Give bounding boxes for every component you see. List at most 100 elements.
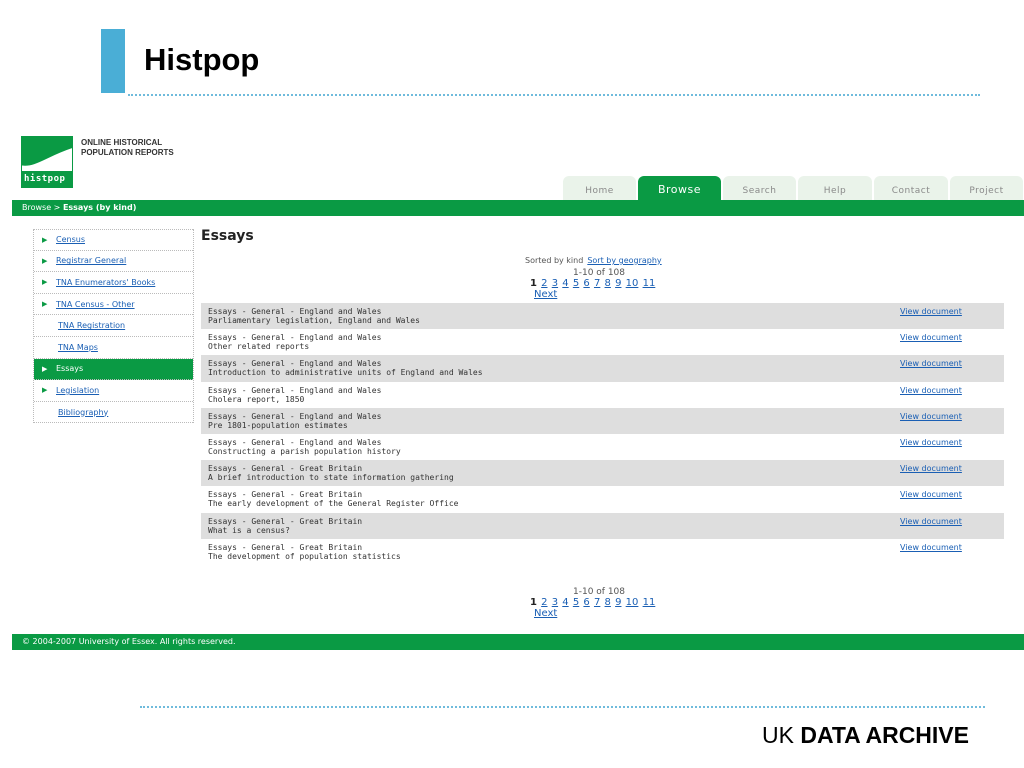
view-document-link[interactable]: View document xyxy=(900,359,962,368)
view-document-link[interactable]: View document xyxy=(900,386,962,395)
page-links: 1 2 3 4 5 6 7 8 9 10 11 Next xyxy=(530,278,655,300)
main-nav-tabs: Home Browse Search Help Contact Project xyxy=(563,176,1024,200)
table-row: Essays - General - England and Wales Chol… xyxy=(201,382,1004,408)
sidebar-item-label: Essays xyxy=(56,364,84,374)
page-link[interactable]: 10 xyxy=(626,597,639,608)
tab-project[interactable]: Project xyxy=(950,176,1023,200)
sidebar-item-essays[interactable]: ▶ Essays xyxy=(34,358,193,381)
view-document-link[interactable]: View document xyxy=(900,333,962,342)
view-document-link[interactable]: View document xyxy=(900,490,962,499)
page-link[interactable]: 5 xyxy=(573,278,579,289)
result-category: Essays - General - Great Britain xyxy=(208,464,363,474)
tab-help[interactable]: Help xyxy=(798,176,872,200)
page-link[interactable]: 8 xyxy=(605,278,611,289)
tab-contact[interactable]: Contact xyxy=(874,176,948,200)
slide-title: Histpop xyxy=(144,42,260,77)
sidebar-item-legislation[interactable]: ▶ Legislation xyxy=(34,380,193,402)
result-category: Essays - General - Great Britain xyxy=(208,516,363,526)
view-document-link[interactable]: View document xyxy=(900,438,962,447)
result-category: Essays - General - England and Wales xyxy=(208,333,382,343)
page-links: 1 2 3 4 5 6 7 8 9 10 11 Next xyxy=(530,597,655,619)
logo-wave-icon xyxy=(22,137,72,166)
sidebar-item-tna-maps[interactable]: TNA Maps xyxy=(34,337,193,359)
page-link[interactable]: 10 xyxy=(626,278,639,289)
tab-search[interactable]: Search xyxy=(723,176,796,200)
sidebar-item-label[interactable]: Registrar General xyxy=(56,256,126,265)
page-link[interactable]: 5 xyxy=(573,597,579,608)
table-row: Essays - General - England and Wales Othe… xyxy=(201,329,1004,355)
table-row: Essays - General - England and Wales Parl… xyxy=(201,303,1004,330)
sidebar-item-tna-enumerators-books[interactable]: ▶ TNA Enumerators' Books xyxy=(34,272,193,294)
page-link[interactable]: 9 xyxy=(615,597,621,608)
sidebar-item-label[interactable]: Legislation xyxy=(56,386,99,395)
page-link[interactable]: 9 xyxy=(615,278,621,289)
sidebar-item-registrar-general[interactable]: ▶ Registrar General xyxy=(34,251,193,273)
result-category: Essays - General - Great Britain xyxy=(208,490,363,500)
page-link[interactable]: 6 xyxy=(583,278,589,289)
pagination-top: 1-10 of 108 1 2 3 4 5 6 7 8 9 10 11 Next xyxy=(530,268,680,300)
sidebar-item-label[interactable]: Census xyxy=(56,235,85,244)
tab-browse[interactable]: Browse xyxy=(638,176,721,200)
next-page-link[interactable]: Next xyxy=(534,289,557,300)
page-link[interactable]: 8 xyxy=(605,597,611,608)
result-category: Essays - General - England and Wales xyxy=(208,437,382,447)
result-category: Essays - General - England and Wales xyxy=(208,359,382,369)
page-link[interactable]: 7 xyxy=(594,597,600,608)
sidebar-item-census[interactable]: ▶ Census xyxy=(34,229,193,251)
top-dotted-divider xyxy=(128,94,980,96)
view-document-link[interactable]: View document xyxy=(900,464,962,473)
page-link[interactable]: 11 xyxy=(643,278,656,289)
page-link[interactable]: 2 xyxy=(541,278,547,289)
sidebar-item-label[interactable]: TNA Enumerators' Books xyxy=(56,278,155,287)
sidebar-item-tna-registration[interactable]: TNA Registration xyxy=(34,315,193,337)
breadcrumb: Browse > Essays (by kind) xyxy=(12,200,1024,216)
sidebar-item-label[interactable]: Bibliography xyxy=(58,408,108,417)
breadcrumb-root[interactable]: Browse xyxy=(22,203,51,212)
result-category: Essays - General - Great Britain xyxy=(208,542,363,552)
result-title: Other related reports xyxy=(208,342,310,352)
view-document-link[interactable]: View document xyxy=(900,307,962,316)
page-link[interactable]: 2 xyxy=(541,597,547,608)
sidebar-item-tna-census-other[interactable]: ▶ TNA Census - Other xyxy=(34,294,193,316)
table-row: Essays - General - Great Britain What is … xyxy=(201,512,1004,539)
page-link[interactable]: 6 xyxy=(583,597,589,608)
triangle-right-icon: ▶ xyxy=(42,256,48,265)
triangle-right-icon: ▶ xyxy=(42,386,48,395)
histpop-logo[interactable]: histpop xyxy=(21,136,73,188)
result-category: Essays - General - England and Wales xyxy=(208,411,382,421)
result-category: Essays - General - England and Wales xyxy=(208,385,382,395)
result-count: 1-10 of 108 xyxy=(573,587,626,597)
result-title: Introduction to administrative units of … xyxy=(208,368,483,378)
result-title: A brief introduction to state informatio… xyxy=(208,473,454,483)
sort-by-geography-link[interactable]: Sort by geography xyxy=(587,256,661,265)
view-document-link[interactable]: View document xyxy=(900,412,962,421)
sidebar-item-bibliography[interactable]: Bibliography xyxy=(34,402,193,424)
sidebar-item-label[interactable]: TNA Maps xyxy=(58,343,98,352)
archive-prefix: UK xyxy=(761,722,794,748)
result-title: Cholera report, 1850 xyxy=(208,394,305,404)
result-title: The development of population statistics xyxy=(208,551,401,561)
tab-home[interactable]: Home xyxy=(563,176,636,200)
sidebar: ▶ Census ▶ Registrar General ▶ TNA Enumerat… xyxy=(33,229,194,424)
slide-accent-bar xyxy=(101,29,125,93)
table-row: Essays - General - Great Britain The deve… xyxy=(201,539,1004,565)
page-link[interactable]: 11 xyxy=(643,597,656,608)
sidebar-item-label[interactable]: TNA Census - Other xyxy=(56,300,135,309)
current-page: 1 xyxy=(530,597,537,608)
page-link[interactable]: 4 xyxy=(562,597,568,608)
triangle-right-icon: ▶ xyxy=(42,364,48,373)
table-row: Essays - General - England and Wales Cons… xyxy=(201,434,1004,460)
sidebar-item-label[interactable]: TNA Registration xyxy=(58,321,125,330)
page-link[interactable]: 3 xyxy=(552,278,558,289)
bottom-dotted-divider xyxy=(140,706,985,708)
result-title: Pre 1801-population estimates xyxy=(208,420,348,430)
page-link[interactable]: 4 xyxy=(562,278,568,289)
page-link[interactable]: 7 xyxy=(594,278,600,289)
page-title: Essays xyxy=(201,228,254,244)
view-document-link[interactable]: View document xyxy=(900,517,962,526)
next-page-link[interactable]: Next xyxy=(534,608,557,619)
view-document-link[interactable]: View document xyxy=(900,543,962,552)
page-link[interactable]: 3 xyxy=(552,597,558,608)
result-category: Essays - General - England and Wales xyxy=(208,307,382,316)
breadcrumb-separator: > xyxy=(51,203,63,212)
